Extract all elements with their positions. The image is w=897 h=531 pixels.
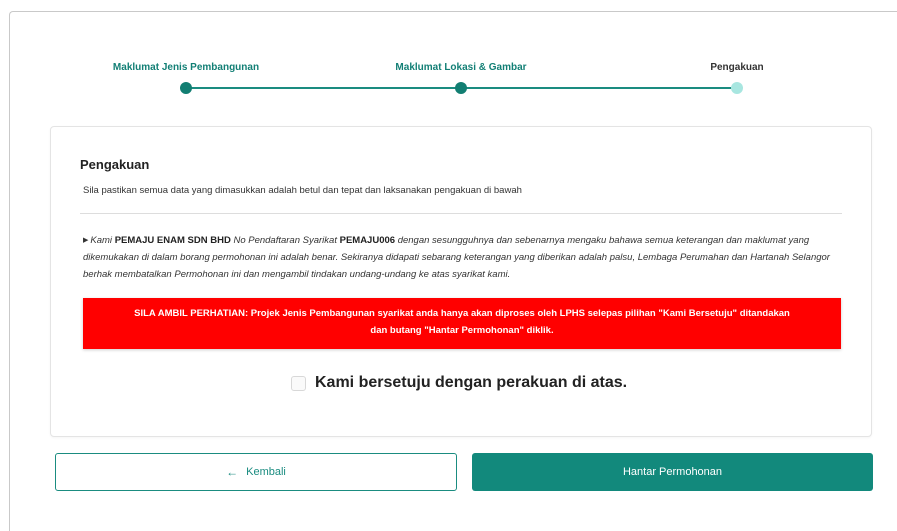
alert-line-1: SILA AMBIL PERHATIAN: Projek Jenis Pemba…	[134, 308, 790, 319]
step-connector-1	[186, 87, 461, 89]
agree-checkbox[interactable]	[291, 375, 306, 391]
step-dot-2	[455, 82, 467, 94]
alert-line-2: dan butang "Hantar Permohonan" diklik.	[370, 325, 554, 336]
back-button[interactable]: ← Kembali	[55, 453, 457, 491]
card-subtitle: Sila pastikan semua data yang dimasukkan…	[83, 185, 522, 196]
declaration-card: Pengakuan Sila pastikan semua data yang …	[50, 126, 872, 437]
declaration-statement: ▶ Kami PEMAJU ENAM SDN BHD No Pendaftaran…	[83, 232, 845, 283]
step-label-2: Maklumat Lokasi & Gambar	[395, 62, 527, 73]
agree-label: Kami bersetuju dengan perakuan di atas.	[315, 374, 628, 391]
reg-label: No Pendaftaran Syarikat	[230, 235, 340, 246]
attention-alert: SILA AMBIL PERHATIAN: Projek Jenis Pemba…	[83, 298, 841, 349]
statement-prefix: Kami	[90, 235, 115, 246]
divider	[80, 213, 842, 214]
submit-application-button[interactable]: Hantar Permohonan	[472, 453, 873, 491]
company-name: PEMAJU ENAM SDN BHD	[114, 235, 231, 246]
caret-right-icon: ▶	[83, 237, 89, 244]
arrow-left-icon: ←	[226, 465, 239, 479]
step-label-3: Pengakuan	[710, 62, 764, 73]
back-button-label: Kembali	[246, 466, 286, 478]
step-dot-3	[731, 82, 743, 94]
agree-option[interactable]: Kami bersetuju dengan perakuan di atas.	[291, 374, 627, 392]
submit-button-label: Hantar Permohonan	[622, 466, 723, 478]
registration-number: PEMAJU006	[339, 235, 396, 246]
step-dot-1	[180, 82, 192, 94]
step-label-1: Maklumat Jenis Pembangunan	[112, 62, 260, 73]
step-connector-2	[461, 87, 737, 89]
card-title: Pengakuan	[80, 157, 150, 172]
